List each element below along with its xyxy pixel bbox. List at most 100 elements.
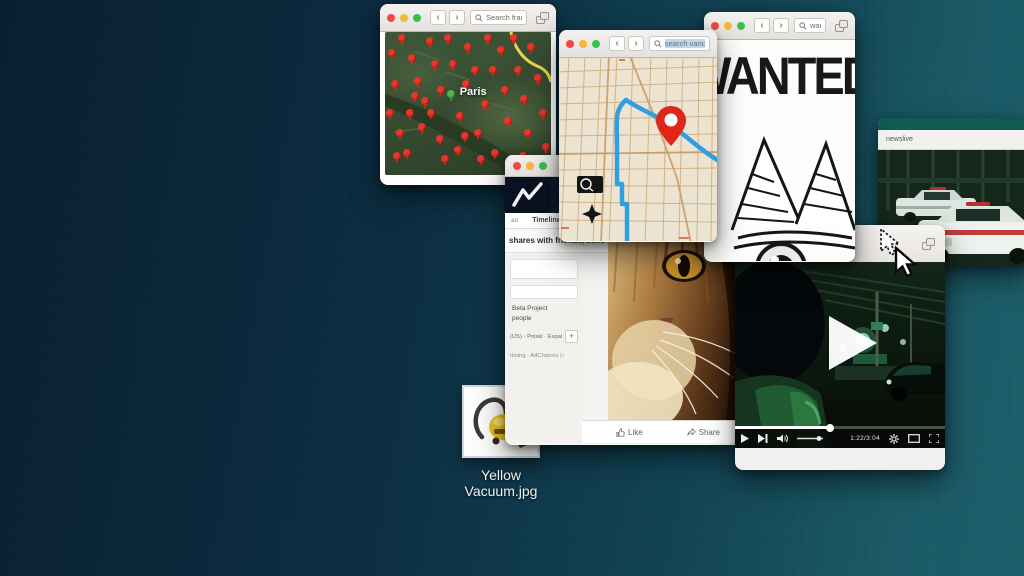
map-pin[interactable] [497, 46, 505, 54]
map-pin[interactable] [414, 77, 422, 85]
map-pin[interactable] [456, 112, 464, 120]
back-button[interactable]: ‹ [754, 18, 770, 33]
map-pin[interactable] [406, 109, 414, 117]
profile-avatar[interactable] [505, 177, 551, 213]
url-value: wantedposter.jpg [810, 21, 821, 30]
map-pin[interactable] [418, 123, 426, 131]
share-button[interactable]: Share [687, 428, 720, 437]
map-pin[interactable] [491, 149, 499, 157]
icon-label-line2: Vacuum.jpg [438, 483, 564, 499]
back-button[interactable]: ‹ [609, 36, 625, 51]
forward-button[interactable]: › [449, 10, 465, 25]
wanted-poster-image[interactable]: WANTED [704, 40, 855, 261]
map-pin[interactable] [489, 66, 497, 74]
map-pin[interactable] [436, 135, 444, 143]
post-action-bar: Like Share [582, 420, 742, 443]
minimize-button[interactable] [724, 22, 732, 30]
play-pause-button[interactable] [741, 434, 749, 443]
map-pin[interactable] [388, 49, 396, 57]
zoom-button[interactable] [737, 22, 745, 30]
theater-mode-button[interactable] [908, 434, 920, 443]
sidebar-card[interactable] [510, 259, 578, 279]
map-pin[interactable] [481, 100, 489, 108]
close-button[interactable] [566, 40, 574, 48]
close-button[interactable] [711, 22, 719, 30]
map-pin[interactable] [504, 117, 512, 125]
map-pin[interactable] [471, 66, 479, 74]
map-pin[interactable] [514, 66, 522, 74]
tab-timeline[interactable]: Timeline [532, 217, 560, 224]
map-pin[interactable] [464, 43, 472, 51]
map-pin[interactable] [386, 109, 394, 117]
map-pin[interactable] [510, 34, 518, 42]
next-button[interactable] [758, 434, 768, 443]
map-pin[interactable] [411, 92, 419, 100]
sidebar-link-beta-project[interactable]: Beta Project [512, 305, 578, 312]
add-language-button[interactable]: + [565, 330, 578, 343]
news-site-header [878, 118, 1024, 130]
footer-links[interactable]: rtising · AdChoices ▷ [510, 353, 578, 359]
map-pin[interactable] [527, 43, 535, 51]
minimize-button[interactable] [579, 40, 587, 48]
map-pin[interactable] [539, 109, 547, 117]
zoom-button[interactable] [413, 14, 421, 22]
zoom-button[interactable] [592, 40, 600, 48]
language-links[interactable]: (US) · Polski · Español [510, 334, 562, 340]
forward-button[interactable]: › [628, 36, 644, 51]
map-pin[interactable] [477, 155, 485, 163]
map-pin[interactable] [437, 86, 445, 94]
forward-button[interactable]: › [773, 18, 789, 33]
map-pin[interactable] [408, 54, 416, 62]
map-pin[interactable] [474, 129, 482, 137]
map-pin[interactable] [398, 34, 406, 42]
fullscreen-button[interactable] [929, 434, 939, 443]
map-pin[interactable] [421, 97, 429, 105]
url-input[interactable]: wantedposter.jpg [794, 18, 826, 33]
tab-about[interactable]: ao [511, 217, 518, 224]
map-pin[interactable] [449, 60, 457, 68]
map-pin[interactable] [542, 143, 550, 151]
map-pin[interactable] [403, 149, 411, 157]
search-input[interactable]: search vancouver [649, 36, 710, 51]
zoom-button[interactable] [539, 162, 547, 170]
map-pin[interactable] [427, 109, 435, 117]
map-pin[interactable] [444, 34, 452, 42]
video-frame[interactable]: 1:22/3:04 [735, 262, 945, 448]
sidebar-link-people[interactable]: people [512, 315, 578, 322]
street-map-vancouver[interactable] [559, 58, 717, 241]
video-progress-bar[interactable] [735, 426, 945, 429]
play-button[interactable] [827, 314, 879, 372]
tabs-overview-icon[interactable] [922, 238, 935, 250]
search-input[interactable]: Search france/paris [470, 10, 527, 25]
map-pin[interactable] [454, 146, 462, 154]
map-pin[interactable] [426, 37, 434, 45]
map-pin[interactable] [391, 80, 399, 88]
street-view-icon [577, 176, 603, 193]
close-button[interactable] [513, 162, 521, 170]
window-controls [387, 14, 421, 22]
tabs-overview-icon[interactable] [536, 12, 549, 24]
map-pin[interactable] [484, 34, 492, 42]
map-pin[interactable] [524, 129, 532, 137]
tabs-overview-icon[interactable] [835, 20, 848, 32]
back-button[interactable]: ‹ [430, 10, 446, 25]
satellite-map-paris[interactable]: Paris [385, 32, 551, 175]
volume-button[interactable] [777, 434, 788, 443]
map-pin[interactable] [393, 152, 401, 160]
map-pin[interactable] [520, 95, 528, 103]
map-pin[interactable] [461, 132, 469, 140]
map-pin[interactable] [534, 74, 542, 82]
close-button[interactable] [387, 14, 395, 22]
map-pin[interactable] [396, 129, 404, 137]
like-button[interactable]: Like [616, 428, 643, 437]
browser-toolbar: ‹ › search vancouver [559, 30, 717, 58]
minimize-button[interactable] [400, 14, 408, 22]
map-pin[interactable] [431, 60, 439, 68]
sidebar-card[interactable] [510, 285, 578, 299]
volume-slider[interactable] [797, 434, 827, 443]
minimize-button[interactable] [526, 162, 534, 170]
map-pin[interactable] [501, 86, 509, 94]
map-pin[interactable] [441, 155, 449, 163]
browser-window-wanted-poster: ‹ › wantedposter.jpg WANTED [704, 12, 855, 262]
settings-gear-icon[interactable] [889, 434, 899, 444]
